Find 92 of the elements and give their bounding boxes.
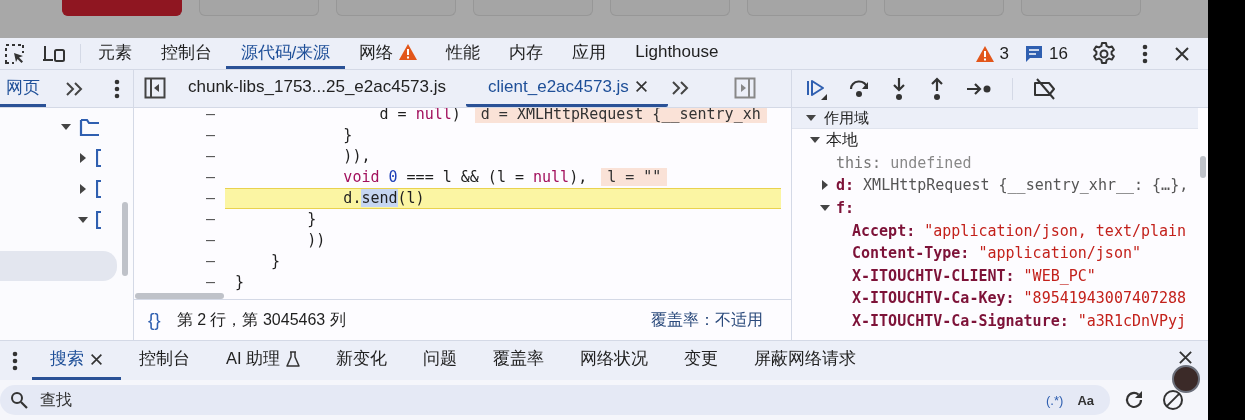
- match-case-toggle[interactable]: Aa: [1075, 392, 1096, 408]
- flask-icon: [286, 351, 301, 367]
- more-icon[interactable]: [114, 78, 120, 99]
- line-number: –: [204, 126, 216, 145]
- line-number: –: [204, 231, 216, 250]
- regex-toggle[interactable]: (.*): [1044, 392, 1066, 408]
- scrollbar-thumb[interactable]: [135, 292, 224, 299]
- drawer-tab[interactable]: 屏蔽网络请求: [736, 341, 875, 380]
- warning-count: 3: [999, 43, 1010, 64]
- drawer-tab[interactable]: AI 助理: [208, 341, 319, 380]
- code-line: void 0 === l && (l = null),: [342, 168, 588, 187]
- inspect-icon[interactable]: [4, 42, 26, 65]
- step-icon[interactable]: [966, 80, 992, 97]
- clear-icon[interactable]: [1162, 389, 1184, 411]
- frame-icon: [96, 179, 102, 198]
- code-line: }: [342, 126, 353, 145]
- sidebar-toggle-icon[interactable]: [733, 77, 756, 100]
- code-line: )),: [342, 147, 371, 166]
- frame-icon: [96, 210, 102, 229]
- panel-tab[interactable]: 内存: [494, 38, 558, 69]
- collapsed-arrow-icon[interactable]: [78, 152, 88, 163]
- coverage-status: 覆盖率：不适用: [651, 309, 763, 330]
- folder-icon: [79, 116, 99, 137]
- step-into-icon[interactable]: [890, 76, 908, 101]
- code-line: )): [306, 231, 326, 250]
- search-input[interactable]: 查找: [38, 390, 1035, 410]
- file-tab[interactable]: chunk-libs_1753...25_e2ac4573.js: [166, 70, 467, 107]
- chevron-icon[interactable]: [64, 80, 84, 97]
- scope-group[interactable]: 本地: [792, 129, 1208, 152]
- property-line: X-ITOUCHTV-CLIENT: "WEB_PC": [852, 266, 1096, 285]
- panel-tab[interactable]: 性能: [431, 38, 495, 69]
- panel-tab[interactable]: 应用: [557, 38, 621, 69]
- settings-icon[interactable]: [1092, 41, 1116, 66]
- sidebar-toggle-icon[interactable]: [144, 77, 166, 100]
- search-field[interactable]: 查找 (.*) Aa: [0, 385, 1110, 415]
- warning-icon: [975, 45, 994, 62]
- close-icon[interactable]: [1174, 45, 1190, 62]
- frame-icon: [96, 148, 102, 167]
- line-number: –: [204, 273, 216, 292]
- panel-tab[interactable]: 元素: [83, 38, 146, 69]
- code-line: }: [270, 252, 281, 271]
- property-line: Accept: "application/json, text/plain: [852, 221, 1187, 240]
- message-count: 16: [1049, 43, 1068, 64]
- scrollbar-thumb[interactable]: [122, 202, 128, 276]
- drawer-tab[interactable]: 网络状况: [562, 341, 667, 380]
- property-line: X-ITOUCHTV-Ca-Signature: "a3R1cDnVPyj: [852, 312, 1187, 331]
- search-icon: [10, 391, 28, 409]
- expanded-arrow-icon[interactable]: [78, 214, 88, 225]
- property-line: f:: [836, 199, 855, 218]
- close-tab-icon[interactable]: [634, 80, 648, 94]
- warning-icon: [399, 44, 418, 60]
- code-line: d.send(l): [342, 189, 425, 208]
- property-line: Content-Type: "application/json": [852, 244, 1141, 263]
- step-over-icon[interactable]: [848, 77, 870, 100]
- line-number: –: [204, 107, 216, 124]
- collapsed-arrow-icon[interactable]: [820, 180, 830, 191]
- expanded-arrow-icon[interactable]: [61, 121, 71, 132]
- panel-tab[interactable]: 控制台: [146, 38, 226, 69]
- cursor-position: 第 2 行，第 3045463 列: [176, 309, 346, 330]
- inline-value: l = "": [601, 168, 668, 187]
- drawer-tab[interactable]: 覆盖率: [475, 341, 563, 380]
- more-icon[interactable]: [12, 350, 18, 371]
- code-line: d = null): [378, 107, 461, 124]
- collapsed-arrow-icon[interactable]: [78, 183, 88, 194]
- close-tab-icon[interactable]: [90, 352, 103, 366]
- drawer-tab[interactable]: 控制台: [121, 341, 208, 380]
- property-line: d: XMLHttpRequest {__sentry_xhr__: {…},: [836, 176, 1189, 195]
- refresh-icon[interactable]: [1123, 389, 1145, 411]
- property-line: this: undefined: [836, 153, 972, 172]
- code-line: }: [235, 273, 245, 292]
- line-number: –: [204, 252, 216, 271]
- property-line: X-ITOUCHTV-Ca-Key: "89541943007407288: [852, 289, 1187, 308]
- chevron-icon[interactable]: [669, 80, 690, 97]
- drawer-tab[interactable]: 问题: [405, 341, 476, 380]
- line-number: –: [204, 210, 216, 229]
- more-icon[interactable]: [1142, 43, 1148, 64]
- line-number: –: [204, 147, 216, 166]
- panel-tab[interactable]: Lighthouse: [620, 38, 733, 69]
- close-drawer-icon[interactable]: [1178, 350, 1193, 365]
- deactivate-breakpoints-icon[interactable]: [1033, 77, 1057, 100]
- scrollbar-thumb[interactable]: [1200, 156, 1206, 178]
- resume-icon[interactable]: [806, 77, 828, 100]
- message-icon: [1025, 44, 1044, 63]
- drawer-tab[interactable]: 新变化: [318, 341, 406, 380]
- pretty-print-button[interactable]: {}: [144, 309, 165, 332]
- panel-tab[interactable]: 网络: [344, 38, 432, 69]
- expanded-arrow-icon[interactable]: [806, 113, 816, 123]
- line-number: –: [204, 189, 216, 208]
- line-number: –: [204, 168, 216, 187]
- drawer-tab[interactable]: 变更: [666, 341, 737, 380]
- code-line: }: [306, 210, 317, 229]
- scope-header[interactable]: 作用域: [792, 108, 1198, 129]
